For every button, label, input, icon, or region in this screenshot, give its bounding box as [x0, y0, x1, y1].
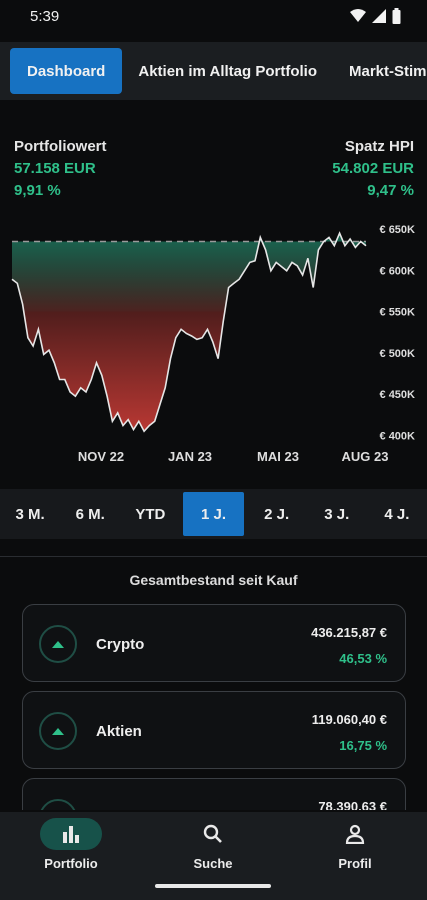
- tab-dashboard[interactable]: Dashboard: [10, 48, 123, 94]
- bar-chart-icon: [40, 818, 102, 850]
- person-icon: [324, 818, 386, 850]
- portfolio-value-block: Portfoliowert 57.158 EUR 9,91 %: [14, 136, 107, 202]
- range-ytd[interactable]: YTD: [120, 492, 180, 536]
- nav-label: Suche: [193, 856, 233, 871]
- expand-up-icon[interactable]: [39, 799, 77, 810]
- tab-aktien-im-alltag[interactable]: Aktien im Alltag Portfolio: [122, 48, 333, 94]
- holding-amount: 436.215,87 €: [311, 625, 387, 640]
- holding-card-third[interactable]: 78.390,63 €: [22, 778, 406, 810]
- signal-icon: [372, 9, 386, 23]
- range-3m[interactable]: 3 M.: [0, 492, 60, 536]
- home-indicator: [155, 884, 271, 888]
- range-1y[interactable]: 1 J.: [183, 492, 244, 536]
- y-tick-label: € 400K: [380, 431, 416, 443]
- tab-markt-stimmung[interactable]: Markt-Stim: [333, 48, 427, 94]
- portfolio-tabs: Dashboard Aktien im Alltag Portfolio Mar…: [0, 42, 427, 100]
- x-tick-label: JAN 23: [168, 449, 212, 464]
- y-tick-label: € 550K: [380, 307, 416, 319]
- y-tick-label: € 650K: [380, 224, 416, 236]
- benchmark-change: 9,47 %: [367, 182, 414, 199]
- status-time: 5:39: [30, 7, 60, 25]
- status-bar: 5:39: [0, 0, 427, 32]
- range-3y[interactable]: 3 J.: [307, 492, 367, 536]
- divider: [0, 556, 427, 557]
- holding-amount: 78.390,63 €: [318, 799, 387, 810]
- holding-change: 16,75 %: [339, 738, 387, 753]
- portfolio-value-label: Portfoliowert: [14, 138, 107, 155]
- portfolio-chart[interactable]: € 650K € 600K € 550K € 500K € 450K € 400K NOV…: [0, 210, 427, 470]
- nav-suche[interactable]: Suche: [142, 818, 284, 878]
- holding-name: Crypto: [96, 636, 145, 653]
- expand-up-icon[interactable]: [39, 625, 77, 663]
- x-tick-label: AUG 23: [342, 449, 389, 464]
- y-tick-label: € 450K: [380, 389, 416, 401]
- y-tick-label: € 500K: [380, 348, 416, 360]
- battery-icon: [392, 8, 401, 24]
- portfolio-value: 57.158 EUR: [14, 160, 96, 177]
- section-title: Gesamtbestand seit Kauf: [129, 572, 298, 588]
- holding-name: Aktien: [96, 723, 142, 740]
- expand-up-icon[interactable]: [39, 712, 77, 750]
- wifi-icon: [350, 9, 366, 22]
- holdings-list: Crypto 436.215,87 € 46,53 % Aktien 119.0…: [22, 604, 406, 810]
- benchmark-value-block: Spatz HPI 54.802 EUR 9,47 %: [332, 136, 414, 202]
- nav-profil[interactable]: Profil: [284, 818, 426, 878]
- y-tick-label: € 600K: [380, 265, 416, 277]
- holding-card-crypto[interactable]: Crypto 436.215,87 € 46,53 %: [22, 604, 406, 682]
- nav-label: Portfolio: [44, 856, 98, 871]
- nav-portfolio[interactable]: Portfolio: [0, 818, 142, 878]
- range-6m[interactable]: 6 M.: [60, 492, 120, 536]
- portfolio-change: 9,91 %: [14, 182, 61, 199]
- x-tick-label: NOV 22: [78, 449, 124, 464]
- benchmark-value: 54.802 EUR: [332, 160, 414, 177]
- status-icons: [350, 8, 401, 24]
- benchmark-label: Spatz HPI: [344, 138, 414, 155]
- nav-label: Profil: [338, 856, 372, 871]
- time-range-selector: 3 M. 6 M. YTD 1 J. 2 J. 3 J. 4 J.: [0, 489, 427, 539]
- holding-card-aktien[interactable]: Aktien 119.060,40 € 16,75 %: [22, 691, 406, 769]
- range-4y[interactable]: 4 J.: [367, 492, 427, 536]
- holding-change: 46,53 %: [339, 651, 387, 666]
- range-2y[interactable]: 2 J.: [247, 492, 307, 536]
- search-icon: [182, 818, 244, 850]
- holding-amount: 119.060,40 €: [311, 712, 387, 727]
- x-tick-label: MAI 23: [257, 449, 299, 464]
- area-above-reference: [12, 233, 366, 312]
